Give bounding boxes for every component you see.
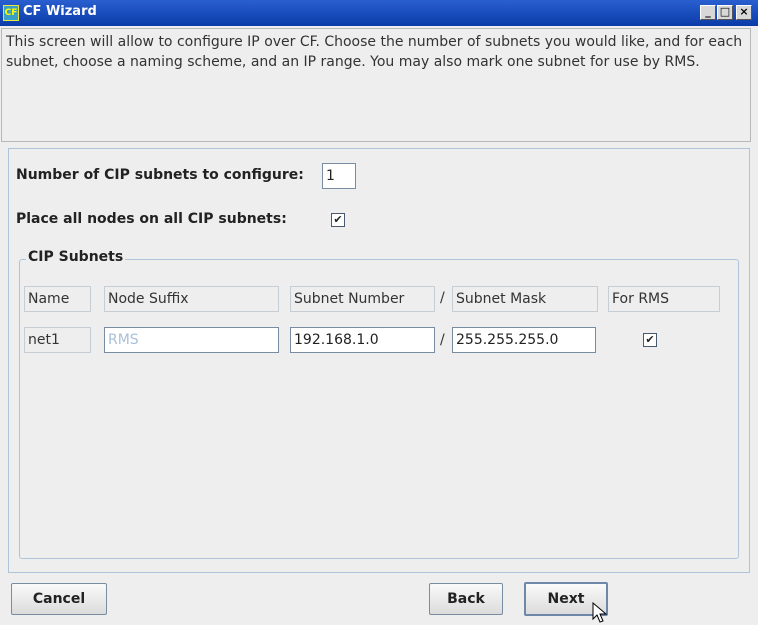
subnet-number-input[interactable]: 192.168.1.0 xyxy=(290,327,435,353)
app-icon: CF xyxy=(3,5,19,21)
row-name: net1 xyxy=(24,327,91,353)
header-for-rms: For RMS xyxy=(608,286,720,312)
intro-description: This screen will allow to configure IP o… xyxy=(1,28,751,142)
header-node-suffix: Node Suffix xyxy=(104,286,279,312)
window-title: CF Wizard xyxy=(23,4,97,19)
row-slash: / xyxy=(440,332,445,348)
header-name: Name xyxy=(24,286,91,312)
node-suffix-input[interactable]: RMS xyxy=(104,327,279,353)
cip-subnets-group: CIP Subnets Name Node Suffix Subnet Numb… xyxy=(19,249,739,559)
config-panel: Number of CIP subnets to configure: 1 Pl… xyxy=(8,148,750,573)
back-button[interactable]: Back xyxy=(429,583,503,615)
all-nodes-label: Place all nodes on all CIP subnets: xyxy=(16,211,287,227)
header-subnet-mask: Subnet Mask xyxy=(452,286,598,312)
num-subnets-label: Number of CIP subnets to configure: xyxy=(16,167,304,183)
title-bar[interactable]: CF CF Wizard _ □ × xyxy=(0,0,758,26)
cip-subnets-legend: CIP Subnets xyxy=(26,249,126,265)
mouse-cursor-icon xyxy=(592,602,608,623)
header-subnet-number: Subnet Number xyxy=(290,286,435,312)
close-icon[interactable]: × xyxy=(736,5,752,20)
subnet-mask-input[interactable]: 255.255.255.0 xyxy=(452,327,596,353)
all-nodes-checkbox[interactable]: ✔ xyxy=(331,213,345,227)
for-rms-checkbox[interactable]: ✔ xyxy=(643,333,657,347)
maximize-icon[interactable]: □ xyxy=(717,5,733,20)
cancel-button[interactable]: Cancel xyxy=(11,583,107,615)
num-subnets-input[interactable]: 1 xyxy=(322,163,356,189)
minimize-icon[interactable]: _ xyxy=(700,5,716,20)
header-slash: / xyxy=(440,290,445,306)
